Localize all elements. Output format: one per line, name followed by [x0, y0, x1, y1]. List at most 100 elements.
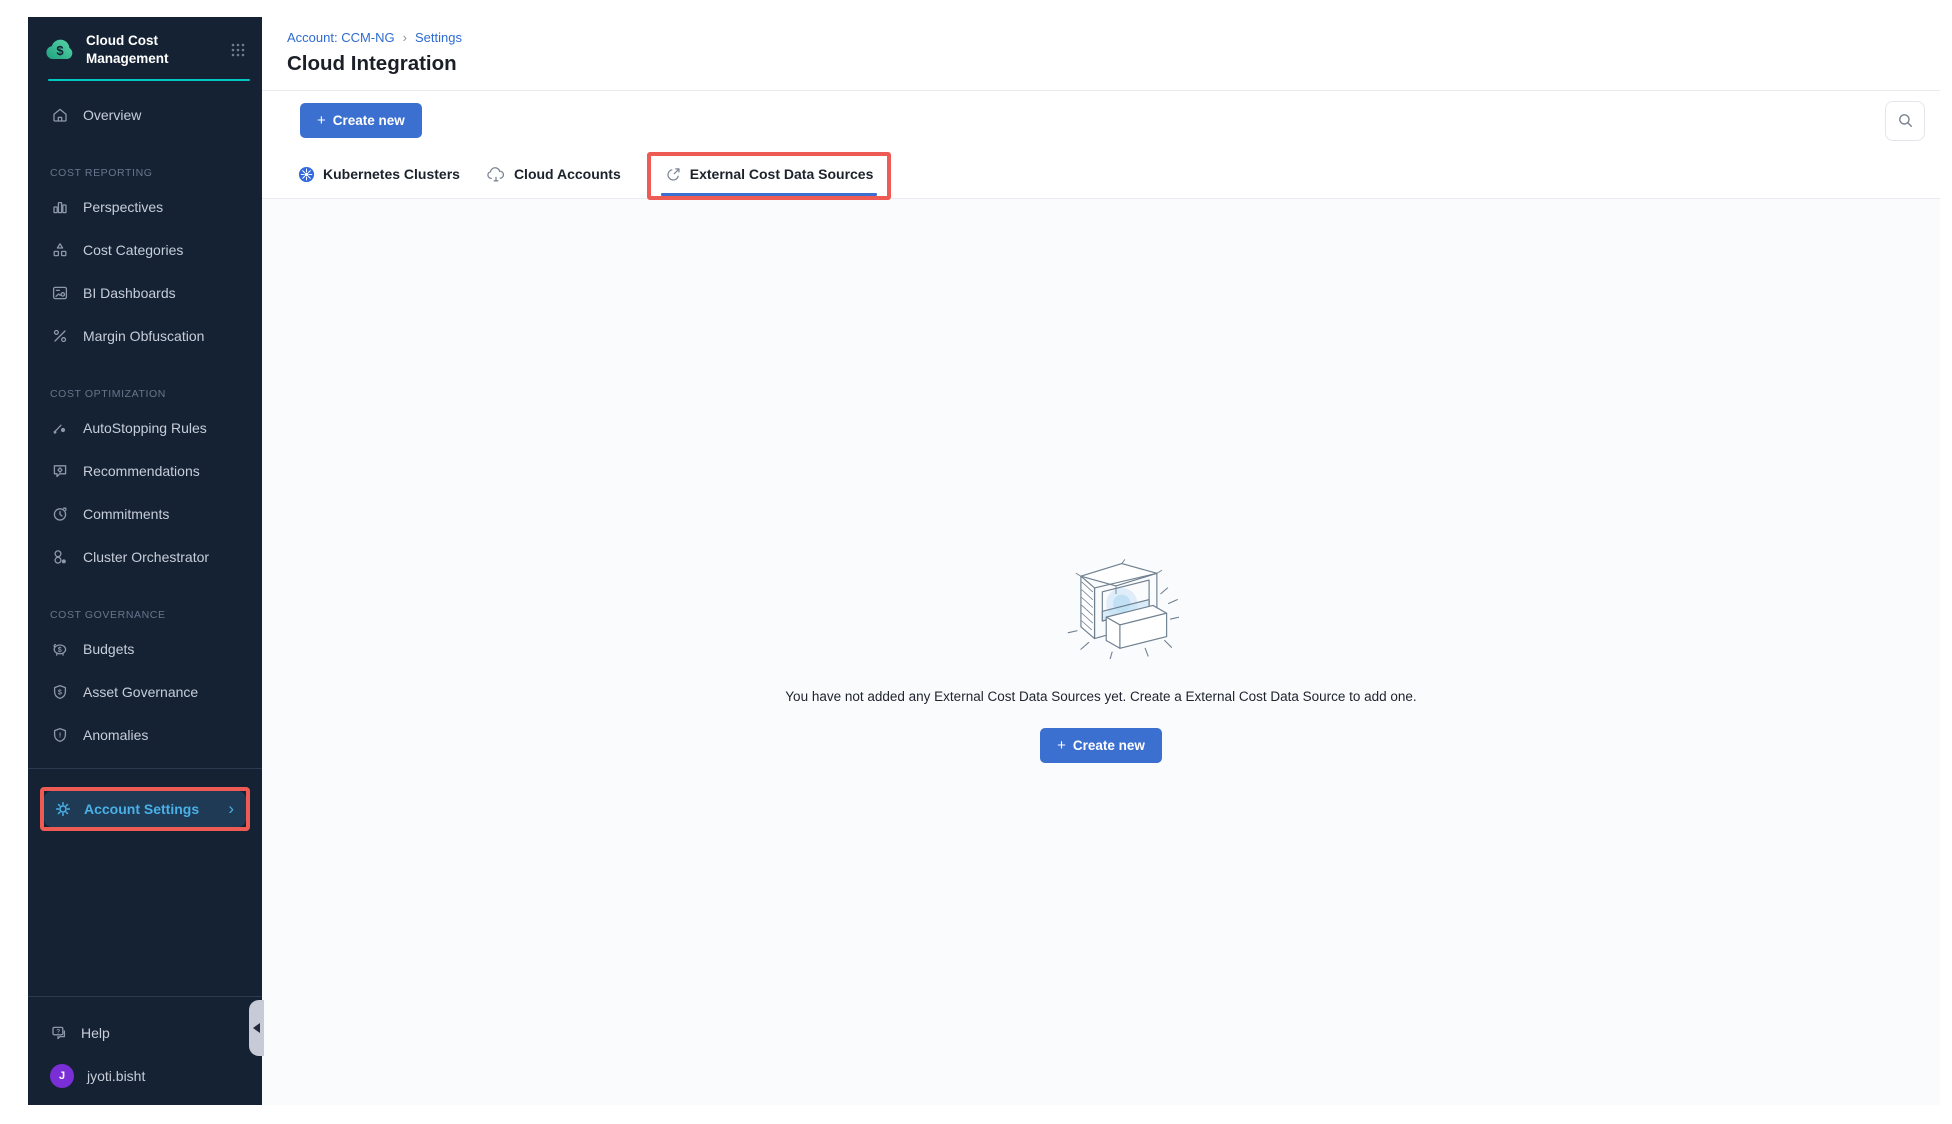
- suggestion-bubble-icon: [50, 462, 70, 480]
- avatar: J: [50, 1064, 74, 1088]
- active-tab-underline: [661, 193, 878, 196]
- page-header: Account: CCM-NG › Settings Cloud Integra…: [262, 17, 1940, 91]
- sidebar-item-label: BI Dashboards: [83, 285, 176, 301]
- sidebar-item-label: Anomalies: [83, 727, 148, 743]
- breadcrumb-account-link[interactable]: Account: CCM-NG: [287, 30, 395, 45]
- tab-label: External Cost Data Sources: [690, 166, 874, 182]
- tab-label: Cloud Accounts: [514, 166, 621, 182]
- cloud-cost-logo-icon: $: [44, 34, 76, 66]
- sidebar-item-label: Perspectives: [83, 199, 163, 215]
- sidebar-footer: ? Help J jyoti.bisht: [28, 996, 262, 1105]
- tab-label: Kubernetes Clusters: [323, 166, 460, 182]
- sidebar-item-overview[interactable]: Overview: [28, 93, 262, 136]
- section-cost-optimization: COST OPTIMIZATION: [28, 370, 262, 406]
- content-area: You have not added any External Cost Dat…: [262, 199, 1940, 1105]
- sidebar-item-label: Overview: [83, 107, 141, 123]
- open-drawer-illustration: [1051, 547, 1179, 659]
- app-title: Cloud Cost Management: [86, 32, 218, 67]
- empty-create-new-button[interactable]: + Create new: [1040, 728, 1162, 763]
- app-grid-icon[interactable]: [228, 40, 248, 60]
- sidebar-item-budgets[interactable]: $ Budgets: [28, 627, 262, 670]
- bar-chart-icon: [50, 198, 70, 216]
- sidebar-item-autostopping-rules[interactable]: AutoStopping Rules: [28, 406, 262, 449]
- piggy-bank-icon: $: [50, 640, 70, 658]
- svg-text:$: $: [56, 43, 64, 58]
- sidebar-item-bi-dashboards[interactable]: BI Dashboards: [28, 271, 262, 314]
- sidebar-item-asset-governance[interactable]: $ Asset Governance: [28, 670, 262, 713]
- tab-cloud-accounts[interactable]: Cloud Accounts: [486, 150, 621, 198]
- sidebar-item-cost-categories[interactable]: Cost Categories: [28, 228, 262, 271]
- dashboard-image-icon: [50, 284, 70, 302]
- chat-question-icon: ?: [50, 1024, 68, 1042]
- module-accent-divider: [48, 79, 250, 81]
- launch-arrow-icon: [665, 166, 682, 183]
- sidebar-item-user[interactable]: J jyoti.bisht: [28, 1054, 262, 1097]
- sidebar-header: $ Cloud Cost Management: [28, 17, 262, 67]
- sidebar-item-recommendations[interactable]: Recommendations: [28, 449, 262, 492]
- cloud-icon: [486, 166, 506, 183]
- create-new-button[interactable]: + Create new: [300, 103, 422, 138]
- sidebar-item-label: AutoStopping Rules: [83, 420, 207, 436]
- search-button[interactable]: [1885, 101, 1925, 141]
- percent-icon: [50, 327, 70, 345]
- empty-state-message: You have not added any External Cost Dat…: [785, 689, 1416, 704]
- account-settings-annotated: Account Settings ›: [40, 787, 250, 831]
- help-label: Help: [81, 1025, 110, 1041]
- sidebar-nav: Overview COST REPORTING Perspectives Cos…: [28, 93, 262, 756]
- tab-external-cost-data-sources[interactable]: External Cost Data Sources: [665, 150, 874, 198]
- main-area: Account: CCM-NG › Settings Cloud Integra…: [262, 17, 1940, 1105]
- section-cost-reporting: COST REPORTING: [28, 149, 262, 185]
- sidebar-item-label: Recommendations: [83, 463, 200, 479]
- plus-icon: +: [1057, 737, 1066, 754]
- sidebar-item-label: Cost Categories: [83, 242, 183, 258]
- breadcrumb-separator-icon: ›: [403, 30, 407, 45]
- sidebar-item-margin-obfuscation[interactable]: Margin Obfuscation: [28, 314, 262, 357]
- user-name: jyoti.bisht: [87, 1068, 145, 1084]
- section-cost-governance: COST GOVERNANCE: [28, 591, 262, 627]
- toolbar: + Create new: [262, 91, 1940, 150]
- collapse-arrow-icon: [253, 1023, 260, 1033]
- svg-text:!: !: [59, 730, 61, 739]
- shield-alert-icon: !: [50, 726, 70, 744]
- tab-kubernetes-clusters[interactable]: Kubernetes Clusters: [298, 150, 460, 198]
- tab-external-annotated: External Cost Data Sources: [647, 150, 892, 198]
- chevron-right-icon: ›: [228, 799, 234, 819]
- home-icon: [50, 106, 70, 124]
- plus-icon: +: [317, 112, 326, 129]
- sidebar-collapse-handle[interactable]: [249, 1000, 264, 1056]
- magnifier-icon: [1897, 112, 1914, 129]
- line-dots-icon: [50, 419, 70, 437]
- app-frame: $ Cloud Cost Management Overview COST R: [28, 17, 1940, 1105]
- cluster-gear-icon: [50, 548, 70, 566]
- sidebar-item-label: Commitments: [83, 506, 169, 522]
- create-new-label: Create new: [1073, 738, 1145, 753]
- sidebar: $ Cloud Cost Management Overview COST R: [28, 17, 262, 1105]
- empty-state: You have not added any External Cost Dat…: [785, 547, 1416, 763]
- tab-bar: Kubernetes Clusters Cloud Accounts Exter…: [262, 150, 1940, 199]
- page-title: Cloud Integration: [287, 52, 1916, 76]
- sidebar-item-label: Budgets: [83, 641, 134, 657]
- sidebar-item-commitments[interactable]: Commitments: [28, 492, 262, 535]
- create-new-label: Create new: [333, 113, 405, 128]
- sidebar-item-account-settings[interactable]: Account Settings ›: [44, 791, 246, 827]
- sidebar-item-label: Margin Obfuscation: [83, 328, 204, 344]
- kubernetes-wheel-icon: [298, 166, 315, 183]
- sidebar-spacer: [28, 831, 262, 996]
- gear-icon: [54, 800, 72, 818]
- sidebar-item-perspectives[interactable]: Perspectives: [28, 185, 262, 228]
- page: $ Cloud Cost Management Overview COST R: [0, 0, 1952, 1124]
- sidebar-item-anomalies[interactable]: ! Anomalies: [28, 713, 262, 756]
- shield-dollar-icon: $: [50, 683, 70, 701]
- svg-text:$: $: [58, 645, 62, 654]
- sidebar-divider: [28, 768, 262, 769]
- breadcrumb: Account: CCM-NG › Settings: [287, 30, 1916, 45]
- shapes-icon: [50, 241, 70, 259]
- sidebar-item-help[interactable]: ? Help: [28, 1011, 262, 1054]
- sidebar-item-label: Cluster Orchestrator: [83, 549, 209, 565]
- svg-text:?: ?: [56, 1028, 60, 1035]
- sidebar-item-label: Account Settings: [84, 801, 199, 817]
- clock-refresh-icon: [50, 505, 70, 523]
- breadcrumb-settings-link[interactable]: Settings: [415, 30, 462, 45]
- svg-text:$: $: [58, 687, 62, 696]
- sidebar-item-cluster-orchestrator[interactable]: Cluster Orchestrator: [28, 535, 262, 578]
